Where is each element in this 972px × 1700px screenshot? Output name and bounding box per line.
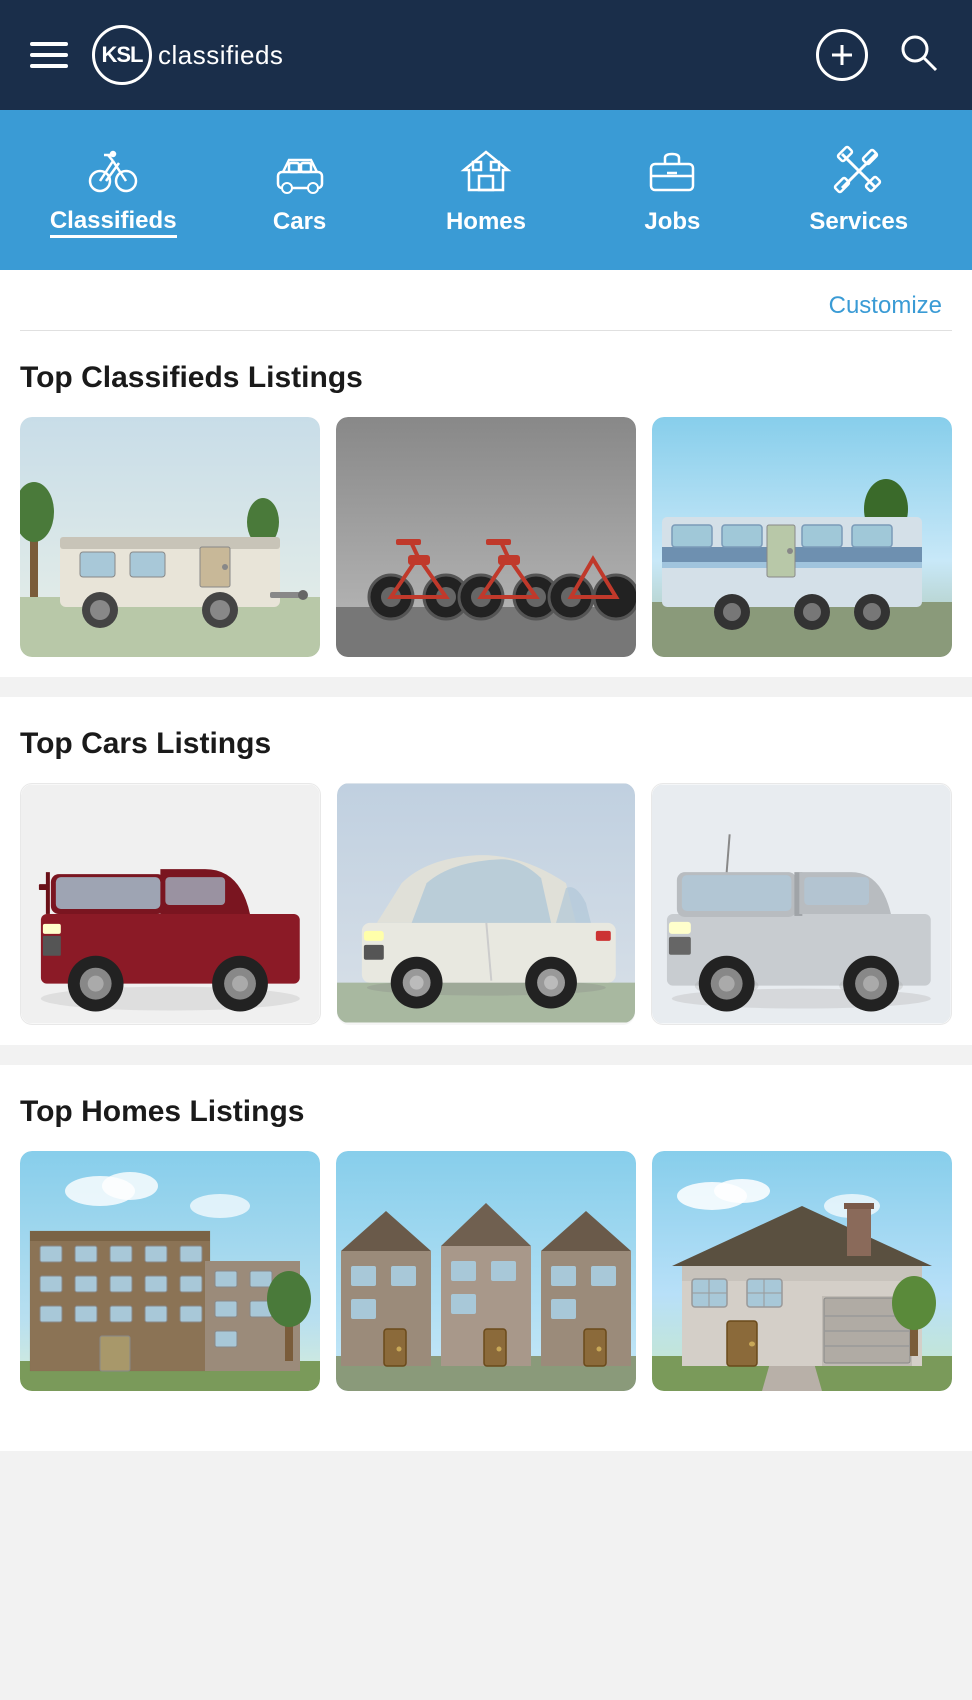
logo-ksl-text: KSL [102, 42, 143, 68]
homes-section-title: Top Homes Listings [20, 1095, 952, 1129]
listing-card-truck-silver[interactable] [651, 783, 952, 1025]
header-left: KSL classifieds [30, 25, 283, 85]
logo-circle: KSL [92, 25, 152, 85]
listing-card-house[interactable] [652, 1151, 952, 1391]
listing-card-bikes[interactable] [336, 417, 636, 657]
listing-card-rv2[interactable] [652, 417, 952, 657]
navigation-bar: Classifieds Cars Homes [0, 110, 972, 270]
classifieds-section: Top Classifieds Listings [0, 331, 972, 677]
listing-image-rv1 [20, 417, 320, 657]
nav-jobs-label: Jobs [644, 208, 700, 236]
cars-section-title: Top Cars Listings [20, 727, 952, 761]
search-button[interactable] [896, 30, 942, 81]
listing-image-rv2 [652, 417, 952, 657]
homes-section: Top Homes Listings [0, 1065, 972, 1411]
nav-item-classifieds[interactable]: Classifieds [38, 143, 188, 238]
logo-classifieds-text: classifieds [158, 40, 283, 71]
listing-image-car-white [337, 783, 636, 1023]
nav-services-label: Services [809, 208, 908, 236]
classifieds-listings-row [20, 417, 952, 657]
nav-item-services[interactable]: Services [784, 144, 934, 236]
listing-image-bikes [336, 417, 636, 657]
nav-item-jobs[interactable]: Jobs [597, 144, 747, 236]
customize-bar: Customize [0, 270, 972, 330]
header-right [816, 29, 942, 81]
menu-button[interactable] [30, 42, 68, 68]
classifieds-section-title: Top Classifieds Listings [20, 361, 952, 395]
nav-homes-label: Homes [446, 208, 526, 236]
nav-classifieds-label: Classifieds [50, 207, 177, 238]
listing-card-truck-red[interactable] [20, 783, 321, 1025]
listing-card-townhouse[interactable] [336, 1151, 636, 1391]
bottom-space [0, 1411, 972, 1451]
main-content: Customize Top Classifieds Listings [0, 270, 972, 1451]
homes-listings-row [20, 1151, 952, 1391]
app-header: KSL classifieds [0, 0, 972, 110]
section-gap-2 [0, 1045, 972, 1065]
cars-section: Top Cars Listings [0, 697, 972, 1045]
customize-link[interactable]: Customize [829, 292, 942, 320]
logo-area[interactable]: KSL classifieds [92, 25, 283, 85]
nav-item-homes[interactable]: Homes [411, 144, 561, 236]
listing-image-house [652, 1151, 952, 1391]
listing-card-car-white[interactable] [337, 783, 636, 1025]
section-gap-1 [0, 677, 972, 697]
listing-card-rv1[interactable] [20, 417, 320, 657]
listing-image-townhouse [336, 1151, 636, 1391]
listing-image-apt [20, 1151, 320, 1391]
listing-image-truck-red [21, 784, 320, 1024]
nav-item-cars[interactable]: Cars [225, 144, 375, 236]
nav-cars-label: Cars [273, 208, 326, 236]
listing-card-apt[interactable] [20, 1151, 320, 1391]
add-button[interactable] [816, 29, 868, 81]
listing-image-truck-silver [652, 784, 951, 1024]
cars-listings-row [20, 783, 952, 1025]
